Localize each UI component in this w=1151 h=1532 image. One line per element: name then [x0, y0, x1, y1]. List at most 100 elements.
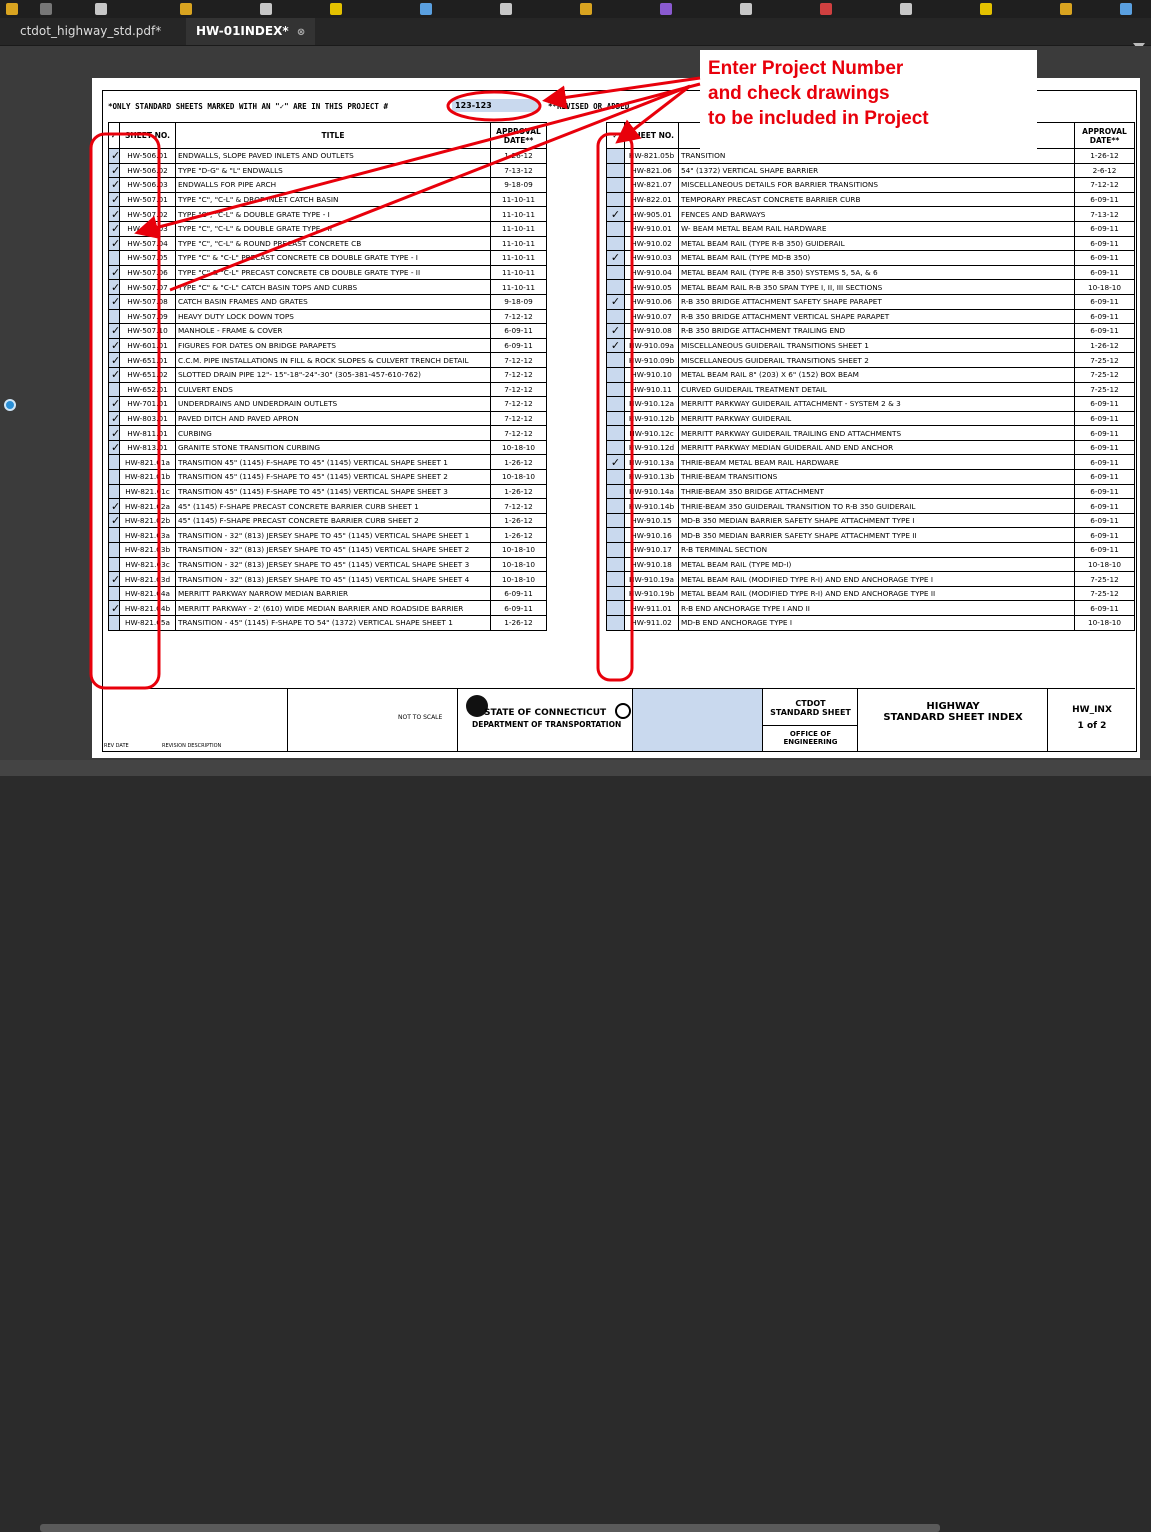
- check-cell[interactable]: ✓: [108, 206, 120, 222]
- close-icon[interactable]: ⊗: [297, 27, 305, 38]
- tool-icon[interactable]: [900, 3, 912, 15]
- check-cell[interactable]: [606, 469, 625, 485]
- check-cell[interactable]: [606, 410, 625, 427]
- tool-icon[interactable]: [420, 3, 432, 15]
- tool-icon[interactable]: [1060, 3, 1072, 15]
- check-cell[interactable]: [606, 527, 625, 544]
- check-cell[interactable]: [606, 162, 625, 179]
- horizontal-scrollbar[interactable]: [40, 1524, 940, 1532]
- tool-icon[interactable]: [260, 3, 272, 15]
- approval-date-cell: 7-13-12: [490, 162, 547, 179]
- check-cell[interactable]: ✓: [108, 352, 120, 368]
- check-cell[interactable]: [108, 381, 120, 398]
- check-cell[interactable]: ✓: [108, 498, 120, 514]
- sheet-title-cell: METAL BEAM RAIL (TYPE MD-I): [678, 556, 1075, 573]
- check-cell[interactable]: [108, 454, 120, 471]
- check-cell[interactable]: ✓: [606, 206, 625, 222]
- check-cell[interactable]: ✓: [108, 177, 120, 193]
- check-cell[interactable]: [606, 600, 625, 616]
- tool-icon[interactable]: [40, 3, 52, 15]
- check-cell[interactable]: ✓: [108, 425, 120, 441]
- check-cell[interactable]: ✓: [108, 571, 120, 587]
- tool-icon[interactable]: [500, 3, 512, 15]
- check-cell[interactable]: ✓: [108, 337, 120, 354]
- table-row: ✓ HW-507.07 TYPE "C" & "C-L" CATCH BASIN T…: [108, 279, 547, 295]
- check-cell[interactable]: [606, 279, 625, 295]
- check-cell[interactable]: [606, 498, 625, 514]
- check-cell[interactable]: [108, 542, 120, 558]
- check-cell[interactable]: [606, 396, 625, 412]
- tool-icon[interactable]: [660, 3, 672, 15]
- check-cell[interactable]: ✓: [108, 279, 120, 295]
- check-cell[interactable]: [606, 191, 625, 208]
- check-cell[interactable]: ✓: [108, 366, 120, 383]
- check-cell[interactable]: ✓: [108, 293, 120, 310]
- check-cell[interactable]: [606, 483, 625, 500]
- check-cell[interactable]: [606, 235, 625, 252]
- tool-icon[interactable]: [95, 3, 107, 15]
- sheet-title-cell: METAL BEAM RAIL (TYPE R-B 350) SYSTEMS 5…: [678, 264, 1075, 281]
- tab-hw-01index[interactable]: HW-01INDEX* ⊗: [186, 18, 316, 45]
- check-cell[interactable]: ✓: [108, 264, 120, 281]
- check-cell[interactable]: [606, 264, 625, 281]
- check-cell[interactable]: [606, 425, 625, 441]
- sheet-number-cell: HW-507.10: [119, 323, 176, 339]
- check-cell[interactable]: ✓: [108, 162, 120, 179]
- check-cell[interactable]: [606, 366, 625, 383]
- check-cell[interactable]: [606, 556, 625, 573]
- check-cell[interactable]: ✓: [606, 250, 625, 266]
- tool-icon[interactable]: [980, 3, 992, 15]
- check-cell[interactable]: [606, 542, 625, 558]
- check-cell[interactable]: [606, 571, 625, 587]
- check-cell[interactable]: [606, 148, 625, 164]
- check-cell[interactable]: [108, 585, 120, 602]
- check-cell[interactable]: [606, 585, 625, 602]
- check-cell[interactable]: ✓: [606, 454, 625, 471]
- check-cell[interactable]: [606, 308, 625, 325]
- check-cell[interactable]: [108, 556, 120, 573]
- check-cell[interactable]: ✓: [108, 410, 120, 427]
- check-cell[interactable]: [108, 615, 120, 631]
- check-cell[interactable]: [606, 220, 625, 237]
- tool-icon[interactable]: [330, 3, 342, 15]
- tool-icon[interactable]: [6, 3, 18, 15]
- check-cell[interactable]: ✓: [108, 396, 120, 412]
- sheet-number-cell: HW-910.14a: [624, 483, 679, 500]
- check-cell[interactable]: ✓: [108, 191, 120, 208]
- approval-date-cell: 7-12-12: [1074, 177, 1135, 193]
- table-row: ✓ HW-506.02 TYPE "D-G" & "L" ENDWALLS 7-13-…: [108, 162, 547, 179]
- check-cell[interactable]: ✓: [108, 600, 120, 616]
- check-cell[interactable]: [108, 527, 120, 544]
- table-row: HW-910.18 METAL BEAM RAIL (TYPE MD-I) 10-1…: [606, 556, 1135, 573]
- check-cell[interactable]: [108, 308, 120, 325]
- tab-ctdot-highway-std[interactable]: ctdot_highway_std.pdf*: [10, 18, 171, 45]
- sheet-title-cell: MERRITT PARKWAY - 2' (610) WIDE MEDIAN B…: [175, 600, 491, 616]
- check-cell[interactable]: [606, 381, 625, 398]
- check-cell[interactable]: [606, 177, 625, 193]
- check-cell[interactable]: [108, 250, 120, 266]
- check-cell[interactable]: ✓: [108, 512, 120, 529]
- check-cell[interactable]: [606, 439, 625, 456]
- check-cell[interactable]: ✓: [108, 220, 120, 237]
- check-cell[interactable]: [108, 483, 120, 500]
- tool-icon[interactable]: [820, 3, 832, 15]
- check-cell[interactable]: [606, 615, 625, 631]
- sheet-number-cell: HW-811.01: [119, 425, 176, 441]
- tool-icon[interactable]: [1120, 3, 1132, 15]
- tool-icon[interactable]: [180, 3, 192, 15]
- check-cell[interactable]: [606, 512, 625, 529]
- check-cell[interactable]: ✓: [108, 323, 120, 339]
- check-cell[interactable]: [108, 469, 120, 485]
- tool-icon[interactable]: [580, 3, 592, 15]
- approval-date-cell: 9-18-09: [490, 177, 547, 193]
- check-cell[interactable]: ✓: [108, 235, 120, 252]
- project-number-field[interactable]: 123-123: [452, 99, 538, 112]
- check-cell[interactable]: ✓: [606, 293, 625, 310]
- check-cell[interactable]: ✓: [108, 439, 120, 456]
- check-cell[interactable]: ✓: [606, 323, 625, 339]
- check-cell[interactable]: ✓: [108, 148, 120, 164]
- tool-icon[interactable]: [740, 3, 752, 15]
- check-cell[interactable]: ✓: [606, 337, 625, 354]
- check-cell[interactable]: [606, 352, 625, 368]
- side-panel-handle-icon[interactable]: [4, 399, 16, 411]
